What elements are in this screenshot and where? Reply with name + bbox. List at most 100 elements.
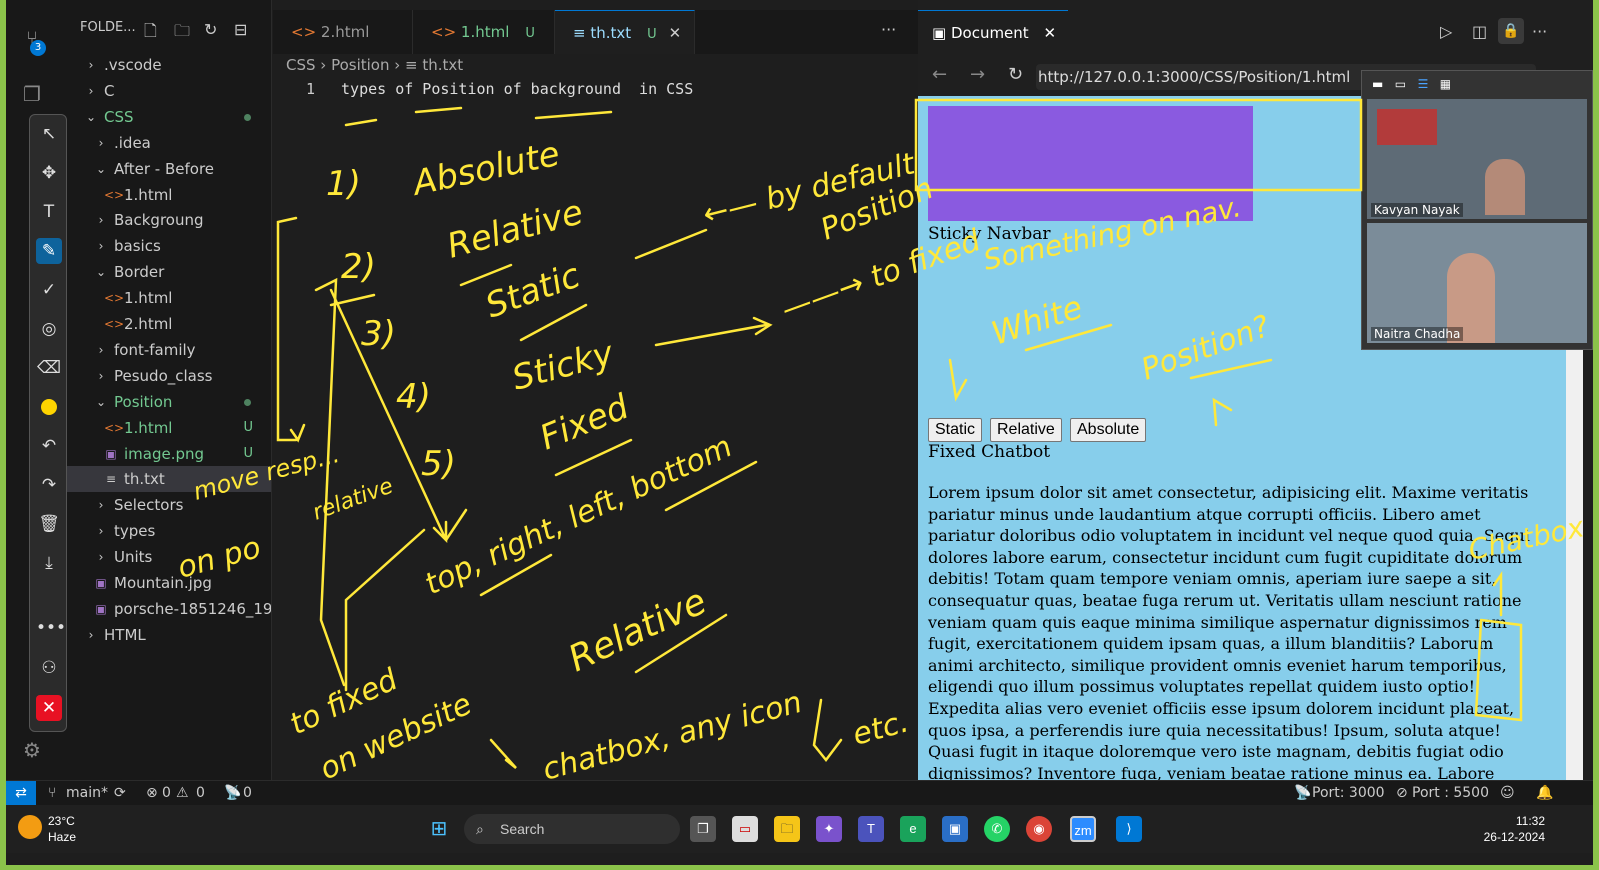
tree-file[interactable]: <> 2.html [58,311,271,337]
tree-folder[interactable]: › Units [58,544,271,570]
branch-icon[interactable]: ⑂ [48,781,56,806]
branch-name[interactable]: main* [66,781,108,806]
chevron-right-icon[interactable]: › [94,207,108,233]
collapse-all-icon[interactable]: ⊟ [234,20,247,39]
tree-folder[interactable]: › font-family [58,337,271,363]
bell-icon[interactable]: 🔔 [1536,781,1553,806]
tree-folder[interactable]: ⌄ Border [58,259,271,285]
tree-file[interactable]: ▣ Mountain.jpg [58,570,271,596]
checkmark-icon[interactable]: ✓ [36,277,62,303]
tree-folder[interactable]: › Pesudo_class [58,363,271,389]
live-port[interactable]: Port: 3000 [1312,781,1385,806]
error-count[interactable]: 0 [162,781,171,806]
remote-icon[interactable]: ⇄ [6,781,36,806]
warning-count[interactable]: 0 [196,781,205,806]
tab-th-txt[interactable]: ≡ th.txt U ✕ [555,10,695,54]
relative-button[interactable]: Relative [990,418,1062,442]
pointer-icon[interactable]: ↖ [36,121,62,147]
close-annotation-icon[interactable]: ✕ [36,695,62,721]
chevron-down-icon[interactable]: ⌄ [84,104,98,130]
tree-folder[interactable]: › types [58,518,271,544]
chevron-right-icon[interactable]: › [94,337,108,363]
tree-folder[interactable]: › HTML [58,622,271,648]
new-folder-icon[interactable]: 🗀 [174,20,190,47]
back-icon[interactable]: ← [932,64,947,85]
breadcrumb-item[interactable]: CSS [286,56,316,74]
chevron-right-icon[interactable]: › [94,130,108,156]
chevron-right-icon[interactable]: › [94,233,108,259]
copilot-icon[interactable]: ☺ [1500,781,1515,806]
participant-tile[interactable]: Kavyan Nayak [1367,99,1587,219]
tree-folder[interactable]: › C [58,78,271,104]
task-view-icon[interactable]: ❐ [690,816,716,842]
new-file-icon[interactable]: 🗋 [144,20,157,47]
explorer-icon[interactable]: ❐ [20,82,44,106]
color-picker-icon[interactable] [36,394,62,420]
refresh-icon[interactable]: ↻ [204,20,217,39]
weather-icon[interactable] [18,815,42,839]
chevron-down-icon[interactable]: ⌄ [94,259,108,285]
pen-icon[interactable]: ✎ [36,238,62,264]
line-text[interactable]: types of Position of background in CSS [341,80,693,98]
tree-file[interactable]: <> 1.html [58,182,271,208]
move-icon[interactable]: ✥ [36,160,62,186]
tree-folder[interactable]: › .idea [58,130,271,156]
chevron-right-icon[interactable]: › [84,78,98,104]
chevron-right-icon[interactable]: › [94,492,108,518]
text-tool-icon[interactable]: T [36,199,62,225]
user-icon[interactable]: ⚇ [36,655,62,681]
breadcrumb-item[interactable]: Position [331,56,389,74]
run-icon[interactable]: ▷ [1440,22,1452,41]
remote-desktop-icon[interactable]: ▣ [942,816,968,842]
chevron-right-icon[interactable]: › [84,622,98,648]
tree-file[interactable]: ▣ porsche-1851246_192... [58,596,271,622]
undo-icon[interactable]: ↶ [36,433,62,459]
tab-2-html[interactable]: <> 2.html [273,10,413,54]
preview-tab[interactable]: ▣ Document ✕ [918,10,1068,54]
go-live-port[interactable]: Port : 5500 [1412,781,1489,806]
save-icon[interactable]: ⤓ [36,550,62,576]
tree-folder[interactable]: ⌄ CSS [58,104,271,130]
more-icon[interactable]: ••• [36,615,66,641]
tree-file[interactable]: <> 1.html [58,285,271,311]
edge-icon[interactable]: e [900,816,926,842]
close-icon[interactable]: ✕ [1043,24,1056,42]
widgets-icon[interactable]: ▭ [732,816,758,842]
close-icon[interactable]: ✕ [669,24,682,42]
tree-file[interactable]: <> 1.html U [58,415,271,441]
tree-folder[interactable]: › basics [58,233,271,259]
teams-icon[interactable]: T [858,816,884,842]
redo-icon[interactable]: ↷ [36,472,62,498]
eraser-icon[interactable]: ⌫ [36,355,62,381]
whatsapp-icon[interactable]: ✆ [984,816,1010,842]
chevron-right-icon[interactable]: › [94,544,108,570]
participant-tile[interactable]: Naitra Chadha [1367,223,1587,343]
zoom-app-icon[interactable]: zm [1070,816,1096,842]
more-icon[interactable]: ··· [1532,22,1547,41]
chevron-right-icon[interactable]: › [94,518,108,544]
sync-icon[interactable]: ⟳ [114,781,126,806]
taskbar-search[interactable]: ⌕ Search [464,814,680,844]
chevron-down-icon[interactable]: ⌄ [94,389,108,415]
chevron-right-icon[interactable]: › [94,363,108,389]
vscode-icon[interactable]: ⟩ [1116,816,1142,842]
tree-folder[interactable]: › .vscode [58,52,271,78]
settings-gear-icon[interactable]: ⚙ [20,738,44,762]
more-actions-icon[interactable]: ··· [881,20,896,39]
ports-count[interactable]: 0 [243,781,252,806]
static-button[interactable]: Static [928,418,983,442]
tree-folder[interactable]: › Backgroung [58,207,271,233]
code-line[interactable]: 1 types of Position of background in CSS [306,80,693,98]
spotlight-icon[interactable]: ◎ [36,316,62,342]
trash-icon[interactable]: 🗑 [36,511,62,537]
split-editor-icon[interactable]: ◫ [1472,22,1487,41]
lock-icon[interactable]: 🔒 [1498,18,1524,44]
reload-icon[interactable]: ↻ [1008,64,1023,85]
tree-folder[interactable]: ⌄ Position [58,389,271,415]
weather-widget[interactable]: 23°C Haze [48,813,76,845]
chrome-icon[interactable]: ◉ [1026,816,1052,842]
tree-file[interactable]: ▣ image.png U [58,441,271,467]
absolute-button[interactable]: Absolute [1070,418,1147,442]
tree-folder[interactable]: › Selectors [58,492,271,518]
windows-start-icon[interactable]: ⊞ [426,816,452,842]
